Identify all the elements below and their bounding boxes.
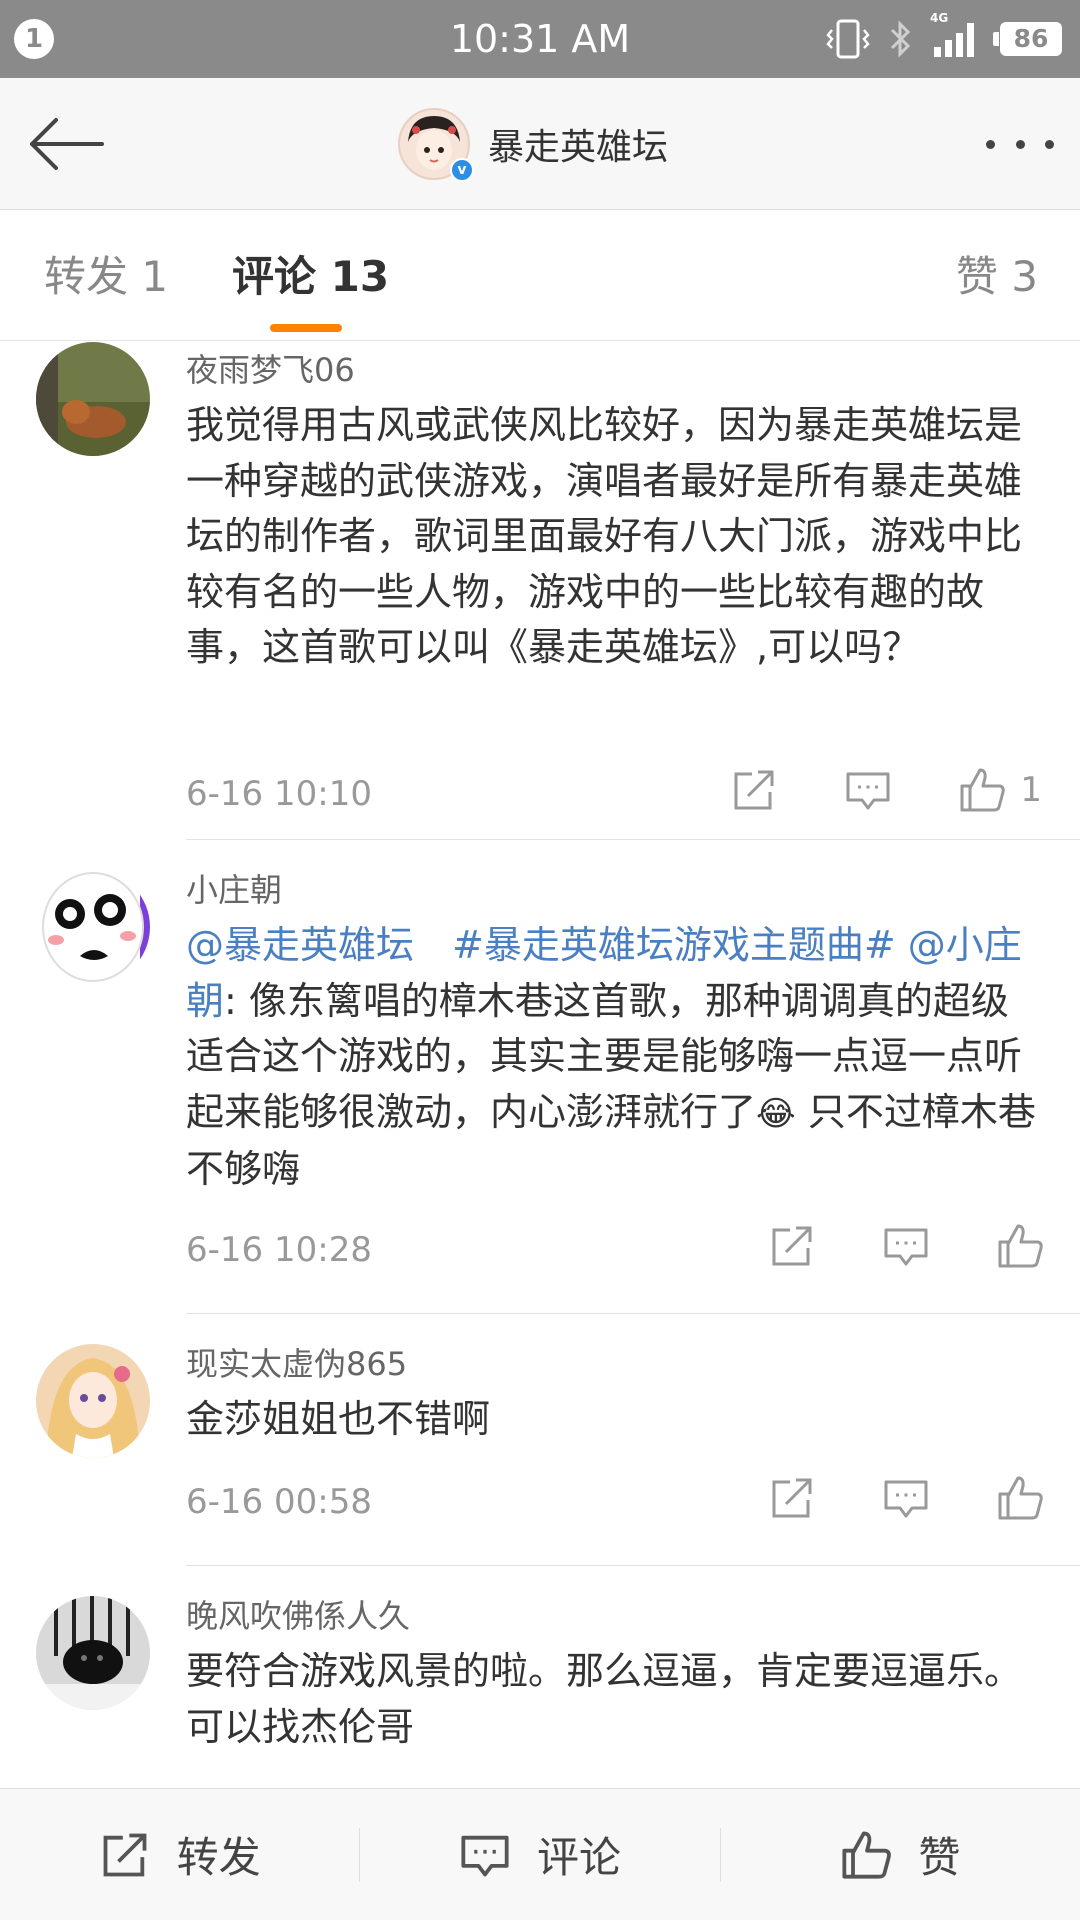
share-icon (103, 1833, 147, 1876)
more-dots-icon[interactable] (986, 128, 1054, 160)
share-icon[interactable] (768, 1222, 816, 1270)
comment-icon[interactable] (844, 766, 892, 814)
avatar-illustration (36, 870, 150, 984)
comment-time: 6-16 10:10 (186, 774, 372, 814)
comment-footer: 6-16 10:10 1 (186, 758, 1080, 828)
thumbs-up-icon[interactable] (996, 1222, 1044, 1270)
network-type: 4G (930, 11, 949, 25)
account-avatar[interactable]: v (398, 108, 474, 182)
status-icons: 4G 86 (826, 11, 1062, 60)
status-bar: 1 10:31 AM 4G 86 (0, 0, 1080, 78)
comment-time: 6-16 00:58 (186, 1482, 372, 1522)
comment-body: 晚风吹佛係人久 要符合游戏风景的啦。那么逗逼，肯定要逗逼乐。可以找杰伦哥 (186, 1594, 1036, 1755)
comment-label: 评论 (536, 1833, 621, 1882)
user-avatar[interactable] (36, 870, 150, 984)
forward-label: 转发 (176, 1833, 261, 1882)
comment-body: 小庄朝 @暴走英雄坛 #暴走英雄坛游戏主题曲# @小庄朝: 像东篱唱的樟木巷这首… (186, 868, 1036, 1198)
thumbs-up-icon[interactable] (958, 766, 1006, 814)
mention-link[interactable]: @暴走英雄坛 (186, 923, 414, 967)
username[interactable]: 晚风吹佛係人久 (186, 1594, 1036, 1638)
comment-text: 金莎姐姐也不错啊 (186, 1397, 491, 1441)
username[interactable]: 小庄朝 (186, 868, 1036, 912)
share-icon[interactable] (768, 1474, 816, 1522)
back-arrow-icon[interactable] (26, 114, 106, 174)
comment-item: 晚风吹佛係人久 要符合游戏风景的啦。那么逗逼，肯定要逗逼乐。可以找杰伦哥 (0, 1566, 1080, 1766)
topic-link[interactable]: #暴走英雄坛游戏主题曲# (452, 923, 896, 967)
username[interactable]: 夜雨梦飞06 (186, 348, 1036, 392)
header-account[interactable]: v 暴走英雄坛 (398, 108, 669, 182)
comment-icon[interactable] (882, 1474, 930, 1522)
active-tab-indicator (270, 324, 342, 332)
laughing-emoji-icon: 😂 (756, 1093, 796, 1134)
bluetooth-icon (890, 20, 911, 58)
like-button[interactable]: 赞 (721, 1789, 1080, 1921)
comment-item: 小庄朝 @暴走英雄坛 #暴走英雄坛游戏主题曲# @小庄朝: 像东篱唱的樟木巷这首… (0, 840, 1080, 1314)
share-icon[interactable] (730, 766, 778, 814)
forward-button[interactable]: 转发 (0, 1789, 359, 1921)
comment-actions: 1 (664, 766, 1042, 814)
comment-item: 夜雨梦飞06 我觉得用古风或武侠风比较好，因为暴走英雄坛是一种穿越的武侠游戏，演… (0, 342, 1080, 840)
avatar-illustration (36, 1596, 150, 1710)
avatar-illustration (36, 342, 150, 456)
tab-bar: 转发 1 评论 13 赞 3 (0, 211, 1080, 341)
header: v 暴走英雄坛 (0, 78, 1080, 210)
user-avatar[interactable] (36, 1344, 150, 1458)
battery-indicator: 86 (993, 22, 1062, 56)
comment-list: 夜雨梦飞06 我觉得用古风或武侠风比较好，因为暴走英雄坛是一种穿越的武侠游戏，演… (0, 342, 1080, 1766)
comment-item: 现实太虚伪865 金莎姐姐也不错啊 6-16 00:58 (0, 1314, 1080, 1566)
tab-comment[interactable]: 评论 13 (232, 249, 389, 305)
header-title: 暴走英雄坛 (488, 127, 669, 168)
comment-actions (702, 1222, 1044, 1270)
thumbs-up-icon[interactable] (996, 1474, 1044, 1522)
comment-body: 现实太虚伪865 金莎姐姐也不错啊 (186, 1342, 1036, 1448)
vibrate-icon (826, 19, 870, 59)
comment-footer: 6-16 10:28 (186, 1214, 1080, 1284)
comment-icon[interactable] (882, 1222, 930, 1270)
comment-actions (702, 1474, 1044, 1522)
comment-button[interactable]: 评论 (360, 1789, 719, 1921)
thumbs-up-icon (842, 1830, 892, 1879)
username[interactable]: 现实太虚伪865 (186, 1342, 1036, 1386)
user-avatar[interactable] (36, 342, 150, 456)
comment-time: 6-16 10:28 (186, 1230, 372, 1270)
bottom-action-bar: 转发 评论 赞 (0, 1788, 1080, 1920)
avatar-illustration (36, 1344, 150, 1458)
comment-text: 要符合游戏风景的啦。那么逗逼，肯定要逗逼乐。可以找杰伦哥 (186, 1649, 1023, 1749)
comment-text: 我觉得用古风或武侠风比较好，因为暴走英雄坛是一种穿越的武侠游戏，演唱者最好是所有… (186, 403, 1023, 669)
tab-like[interactable]: 赞 3 (956, 249, 1038, 305)
user-avatar[interactable] (36, 1596, 150, 1710)
tab-forward[interactable]: 转发 1 (44, 249, 168, 305)
comment-body: 夜雨梦飞06 我觉得用古风或武侠风比较好，因为暴走英雄坛是一种穿越的武侠游戏，演… (186, 348, 1036, 676)
like-label: 赞 (918, 1833, 961, 1882)
like-count: 1 (1020, 770, 1042, 810)
signal-icon: 4G (930, 11, 982, 59)
comment-text: @暴走英雄坛 #暴走英雄坛游戏主题曲# @小庄朝: 像东篱唱的樟木巷这首歌，那种… (186, 918, 1036, 1198)
verified-badge: v (450, 158, 474, 182)
comment-icon (461, 1835, 509, 1876)
comment-footer: 6-16 00:58 (186, 1466, 1080, 1536)
